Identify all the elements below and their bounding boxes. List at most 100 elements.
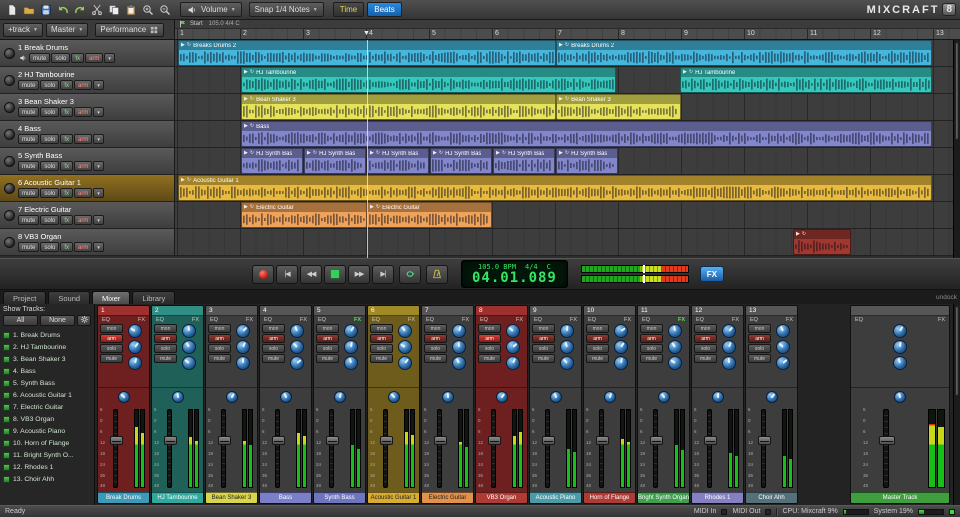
fader-handle[interactable] bbox=[596, 436, 609, 445]
fader-handle[interactable] bbox=[704, 436, 717, 445]
knob[interactable] bbox=[506, 324, 520, 338]
metronome-button[interactable] bbox=[426, 265, 448, 284]
go-to-end-button[interactable]: ▶| bbox=[372, 265, 394, 284]
track-lane[interactable]: ▶↻Acoustic Guitar 1 bbox=[175, 175, 960, 201]
track-scrollbar[interactable] bbox=[953, 40, 960, 258]
knob[interactable] bbox=[388, 391, 400, 403]
go-to-start-button[interactable]: |◀ bbox=[276, 265, 298, 284]
loop-icon[interactable]: ↻ bbox=[689, 68, 693, 77]
knob[interactable] bbox=[668, 356, 682, 370]
fader-handle[interactable] bbox=[488, 436, 501, 445]
knob[interactable] bbox=[290, 356, 304, 370]
loop-icon[interactable]: ↻ bbox=[250, 203, 254, 212]
undo-icon[interactable] bbox=[55, 2, 71, 17]
track-menu-button[interactable]: ▼ bbox=[104, 53, 114, 63]
strip-mute-button[interactable]: mute bbox=[586, 354, 609, 363]
loop-icon[interactable]: ↻ bbox=[376, 203, 380, 212]
loop-icon[interactable]: ↻ bbox=[439, 149, 443, 158]
loop-icon[interactable]: ↻ bbox=[502, 149, 506, 158]
knob[interactable] bbox=[128, 340, 142, 354]
fx-label[interactable]: FX bbox=[192, 317, 199, 323]
track-mute-button[interactable]: mute bbox=[18, 134, 39, 144]
knob[interactable] bbox=[560, 340, 574, 354]
strip-mute-button[interactable]: mute bbox=[316, 354, 339, 363]
knob[interactable] bbox=[334, 391, 346, 403]
strip-solo-button[interactable]: solo bbox=[262, 344, 285, 353]
track-solo-button[interactable]: solo bbox=[51, 53, 70, 63]
knob[interactable] bbox=[668, 340, 682, 354]
knob[interactable] bbox=[344, 324, 358, 338]
record-button[interactable] bbox=[252, 265, 274, 284]
knob[interactable] bbox=[182, 340, 196, 354]
track-menu-button[interactable]: ▼ bbox=[93, 215, 103, 225]
volume-fader[interactable] bbox=[329, 409, 334, 488]
list-item[interactable]: 8. VB3 Organ bbox=[3, 413, 91, 425]
loop-icon[interactable]: ↻ bbox=[187, 41, 191, 50]
strip-mon-button[interactable]: mon bbox=[262, 324, 285, 333]
track-arm-button[interactable]: arm bbox=[74, 215, 92, 225]
list-item[interactable]: 10. Horn of Flange bbox=[3, 437, 91, 449]
track-lane[interactable]: ▶↻Bean Shaker 3▶↻Bean Shaker 3 bbox=[175, 94, 960, 120]
knob[interactable] bbox=[506, 340, 520, 354]
strip-mute-button[interactable]: mute bbox=[154, 354, 177, 363]
strip-mon-button[interactable]: mon bbox=[640, 324, 663, 333]
open-icon[interactable] bbox=[21, 2, 37, 17]
strip-arm-button[interactable]: arm bbox=[262, 334, 285, 343]
strip-arm-button[interactable]: arm bbox=[154, 334, 177, 343]
track-lane[interactable]: ▶↻Bass bbox=[175, 121, 960, 147]
knob[interactable] bbox=[182, 356, 196, 370]
track-header[interactable]: 6 Acoustic Guitar 1mutesolofxarm▼ bbox=[0, 175, 175, 201]
track-knob[interactable] bbox=[4, 237, 15, 248]
zoom-out-icon[interactable] bbox=[157, 2, 173, 17]
play-icon[interactable]: ▶ bbox=[559, 149, 563, 158]
track-menu-button[interactable]: ▼ bbox=[93, 242, 103, 252]
loop-icon[interactable]: ↻ bbox=[250, 149, 254, 158]
track-mute-button[interactable]: mute bbox=[18, 80, 39, 90]
copy-icon[interactable] bbox=[106, 2, 122, 17]
timeline-ruler[interactable]: Start 105.0 4/4 C 12345678910111213 ▼ bbox=[175, 20, 960, 39]
list-item[interactable]: 6. Acoustic Guitar 1 bbox=[3, 389, 91, 401]
fx-label[interactable]: FX bbox=[786, 317, 793, 323]
list-item[interactable]: 9. Acoustic Piano bbox=[3, 425, 91, 437]
track-color-swatch[interactable] bbox=[3, 416, 10, 423]
knob[interactable] bbox=[128, 356, 142, 370]
list-item[interactable]: 13. Choir Ahh bbox=[3, 473, 91, 485]
tab-sound[interactable]: Sound bbox=[48, 291, 90, 304]
fader-handle[interactable] bbox=[758, 436, 771, 445]
loop-icon[interactable]: ↻ bbox=[187, 176, 191, 185]
knob[interactable] bbox=[280, 391, 292, 403]
strip-mon-button[interactable]: mon bbox=[154, 324, 177, 333]
knob[interactable] bbox=[442, 391, 454, 403]
loop-icon[interactable]: ↻ bbox=[565, 149, 569, 158]
audio-clip[interactable]: ▶↻HJ Synth Bas bbox=[241, 148, 303, 174]
loop-icon[interactable]: ↻ bbox=[250, 122, 254, 131]
knob[interactable] bbox=[722, 324, 736, 338]
track-arm-button[interactable]: arm bbox=[85, 53, 103, 63]
knob[interactable] bbox=[452, 356, 466, 370]
volume-fader[interactable] bbox=[883, 409, 889, 488]
track-color-swatch[interactable] bbox=[3, 332, 10, 339]
position-display[interactable]: 04.01.089 bbox=[472, 271, 557, 285]
knob[interactable] bbox=[722, 340, 736, 354]
list-item[interactable]: 11. Bright Synth O... bbox=[3, 449, 91, 461]
strip-mon-button[interactable]: mon bbox=[370, 324, 393, 333]
track-knob[interactable] bbox=[4, 48, 15, 59]
track-header[interactable]: 4 Bassmutesolofxarm▼ bbox=[0, 121, 175, 147]
strip-mute-button[interactable]: mute bbox=[262, 354, 285, 363]
strip-mute-button[interactable]: mute bbox=[424, 354, 447, 363]
strip-solo-button[interactable]: solo bbox=[424, 344, 447, 353]
track-color-swatch[interactable] bbox=[3, 428, 10, 435]
start-marker-label[interactable]: Start bbox=[190, 21, 203, 27]
track-color-swatch[interactable] bbox=[3, 452, 10, 459]
track-header[interactable]: 5 Synth Bassmutesolofxarm▼ bbox=[0, 148, 175, 174]
performance-button[interactable]: Performance bbox=[95, 23, 164, 37]
track-menu-button[interactable]: ▼ bbox=[93, 188, 103, 198]
knob[interactable] bbox=[344, 356, 358, 370]
audio-clip[interactable]: ▶↻HJ Synth Bas bbox=[493, 148, 555, 174]
track-color-swatch[interactable] bbox=[3, 476, 10, 483]
track-color-swatch[interactable] bbox=[3, 440, 10, 447]
track-solo-button[interactable]: solo bbox=[40, 188, 59, 198]
track-knob[interactable] bbox=[4, 129, 15, 140]
audio-clip[interactable]: ▶↻Bass bbox=[241, 121, 932, 147]
play-icon[interactable]: ▶ bbox=[683, 68, 687, 77]
